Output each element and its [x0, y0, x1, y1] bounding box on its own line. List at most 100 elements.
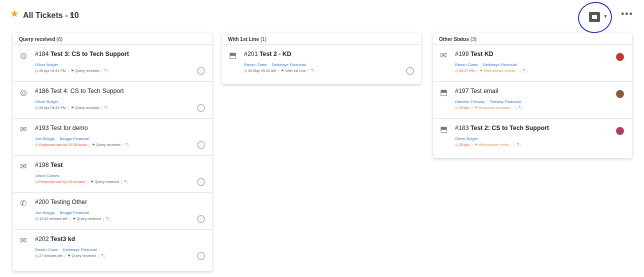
separator: |	[308, 69, 309, 73]
ticket-card[interactable]: ✉ #198 Test Jason Caines ◷ Response late by…	[13, 155, 212, 192]
tag-icon[interactable]: 🏷	[101, 254, 106, 258]
unassigned-icon[interactable]: ◌	[197, 67, 205, 75]
contact-link[interactable]: Raven Clase	[35, 247, 58, 252]
separator: |	[121, 180, 122, 184]
ticket-title[interactable]: #199 Test KD	[455, 51, 493, 59]
unassigned-icon[interactable]: ◌	[197, 141, 205, 149]
view-chevron-down-icon[interactable]: ▼	[603, 14, 608, 20]
company-link[interactable]: Theway Financial	[490, 99, 521, 104]
unassigned-icon[interactable]: ◌	[197, 252, 205, 260]
unassigned-icon[interactable]: ◌	[406, 67, 414, 75]
status-label: ⚑ Response provided ...	[474, 106, 514, 110]
company-link[interactable]: Bloggs Financial	[60, 210, 89, 215]
separator: |	[519, 69, 521, 73]
ticket-card[interactable]: ◎ #184 Test 3: CS to Tech Support Oliver B…	[13, 44, 212, 81]
ticket-meta: ◷ Response late by 33 minutes | ⚑ Query re…	[35, 180, 129, 185]
inbox-icon: ⬒	[440, 125, 448, 134]
tag-icon[interactable]: 🏷	[104, 69, 109, 73]
ticket-number: #193	[35, 125, 51, 132]
status-label: ⚑ Query received	[90, 180, 120, 184]
company-link[interactable]: Delshaye Financial	[63, 247, 97, 252]
tag-icon[interactable]: 🏷	[519, 106, 524, 110]
column-query-received: Query received (6) ◎ #184 Test 3: CS to Te…	[13, 33, 212, 271]
ticket-contact-line: Jason Caines	[35, 173, 59, 178]
chevron-down-icon[interactable]: ▼	[69, 13, 75, 19]
contact-link[interactable]: Oliver Bolger	[35, 99, 58, 104]
separator: |	[69, 217, 71, 221]
tag-icon[interactable]: 🏷	[523, 69, 528, 73]
ticket-title[interactable]: #193 Test for demo	[35, 125, 88, 133]
ticket-card[interactable]: ✉ #193 Test for demo Joe Bloggs Bloggs Fina…	[13, 118, 212, 155]
ticket-title[interactable]: #200 Testing Other	[35, 199, 87, 207]
sla-timer: ◷ 28 Apr	[455, 143, 470, 147]
company-link[interactable]: Bloggs Financial	[60, 136, 89, 141]
separator: |	[515, 106, 517, 110]
more-horizontal-icon[interactable]: •••	[621, 10, 633, 19]
separator: |	[278, 69, 280, 73]
ticket-contact-line: Oliver Bolger	[35, 62, 58, 67]
separator: |	[471, 106, 473, 110]
tag-icon[interactable]: 🏷	[104, 106, 109, 110]
contact-link[interactable]: Oliver Bolger	[35, 62, 58, 67]
sla-timer: ◷ 27 minutes left	[35, 254, 63, 258]
sla-timer: ◷ 29 Apr	[455, 106, 470, 110]
unassigned-icon[interactable]: ◌	[197, 104, 205, 112]
ticket-number: #202	[35, 236, 51, 243]
unassigned-icon[interactable]: ◌	[197, 178, 205, 186]
ticket-contact-line: Joe Bloggs Bloggs Financial	[35, 210, 89, 215]
column-count: (3)	[469, 37, 477, 43]
contact-link[interactable]: Oliver Bolger	[455, 136, 478, 141]
ticket-subject: Test KD	[470, 51, 494, 58]
tag-icon[interactable]: 🏷	[517, 143, 522, 147]
separator: |	[88, 143, 90, 147]
ticket-number: #200	[35, 199, 51, 206]
tag-icon[interactable]: 🏷	[124, 180, 129, 184]
status-label: ⚑ With adviser further...	[479, 69, 518, 73]
ticket-card[interactable]: ✉ #199 Test KD Raven Clase Delshaye Financi…	[433, 44, 632, 81]
separator: |	[64, 254, 66, 258]
ticket-card[interactable]: ⬒ #197 Test email Danielle Theway Theway Fi…	[433, 81, 632, 118]
tag-icon[interactable]: 🏷	[311, 69, 316, 73]
column-count: (1)	[259, 37, 267, 43]
avatar[interactable]	[616, 127, 624, 135]
ticket-title[interactable]: #202 Test3 kd	[35, 236, 75, 244]
ticket-title[interactable]: #201 Test 2 - KD	[244, 51, 291, 59]
separator: |	[101, 106, 103, 110]
ticket-card[interactable]: ✆ #200 Testing Other Joe Bloggs Bloggs Fina…	[13, 192, 212, 229]
company-link[interactable]: Delshaye Financial	[483, 62, 517, 67]
company-link[interactable]: Delshaye Financial	[272, 62, 306, 67]
tag-icon[interactable]: 🏷	[106, 217, 111, 221]
contact-link[interactable]: Jason Caines	[35, 173, 59, 178]
contact-link[interactable]: Joe Bloggs	[35, 210, 55, 215]
contact-link[interactable]: Joe Bloggs	[35, 136, 55, 141]
ticket-title[interactable]: #183 Test 2: CS to Tech Support	[455, 125, 549, 133]
avatar[interactable]	[616, 90, 624, 98]
sla-timer: ◷ 03:27 PM	[455, 69, 475, 73]
board-view-icon[interactable]	[589, 12, 600, 22]
ticket-card[interactable]: ✉ #202 Test3 kd Raven Clase Delshaye Financ…	[13, 229, 212, 266]
ticket-meta: ◷ 28 Apr 04:42 PM | ⚑ Query received | 🏷	[35, 106, 109, 111]
ticket-card[interactable]: ◎ #186 Test 4: CS to Tech Support Oliver B…	[13, 81, 212, 118]
sla-timer: ◷ Response late by 33 minutes	[35, 180, 86, 184]
ticket-title[interactable]: #186 Test 4: CS to Tech Support	[35, 88, 124, 96]
ticket-title[interactable]: #198 Test	[35, 162, 63, 170]
contact-link[interactable]: Raven Clase	[455, 62, 478, 67]
ticket-subject: Test email	[470, 88, 499, 95]
ticket-title[interactable]: #197 Test email	[455, 88, 498, 96]
ticket-number: #198	[35, 162, 51, 169]
tag-icon[interactable]: 🏷	[125, 143, 130, 147]
ticket-subject: Test3 kd	[50, 236, 76, 243]
star-icon[interactable]: ★	[10, 10, 19, 20]
ticket-title[interactable]: #184 Test 3: CS to Tech Support	[35, 51, 129, 59]
ticket-contact-line: Raven Clase Delshaye Financial	[35, 247, 97, 252]
ticket-card[interactable]: ⬒ #183 Test 2: CS to Tech Support Oliver B…	[433, 118, 632, 155]
avatar[interactable]	[616, 53, 624, 61]
inbox-icon: ⬒	[229, 51, 237, 60]
contact-link[interactable]: Danielle Theway	[455, 99, 485, 104]
status-label: ⚑ Query received	[72, 217, 102, 221]
ticket-card[interactable]: ⬒ #201 Test 2 - KD Raven Clase Delshaye Fin…	[222, 44, 421, 81]
contact-link[interactable]: Raven Clase	[244, 62, 267, 67]
column-with-1st-line: With 1st Line (1) ⬒ #201 Test 2 - KD Raven …	[222, 33, 421, 84]
unassigned-icon[interactable]: ◌	[197, 215, 205, 223]
column-title: With 1st Line	[228, 37, 260, 43]
